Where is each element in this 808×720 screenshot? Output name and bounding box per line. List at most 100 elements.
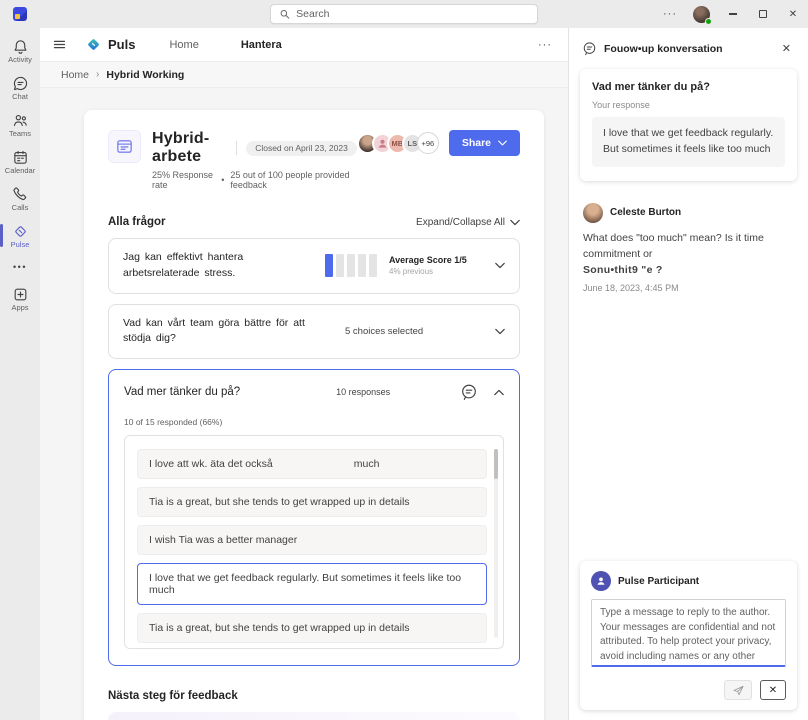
close-panel-button[interactable]: ✕ <box>778 40 795 57</box>
chevron-down-icon <box>510 219 520 226</box>
chat-icon <box>12 75 29 92</box>
teams-sidebar: Activity Chat Teams Calendar Calls Pulse… <box>0 28 40 720</box>
breadcrumb-home[interactable]: Home <box>61 69 89 81</box>
chevron-down-icon[interactable] <box>495 328 505 335</box>
response-rate: 25% Response rate <box>152 170 215 190</box>
question-text: Vad mer tänker du på? <box>124 386 240 398</box>
score-previous-label: 4% previous <box>389 267 491 276</box>
chevron-up-icon[interactable] <box>494 389 504 396</box>
sidebar-item-calls[interactable]: Calls <box>0 180 40 217</box>
response-row[interactable]: I wish Tia was a better manager <box>137 525 487 555</box>
question-card-open-feedback: Vad mer tänker du på? 10 responses 10 of… <box>108 369 520 666</box>
your-response-label: Your response <box>592 100 785 110</box>
reply-author-name: Pulse Participant <box>618 576 699 587</box>
search-input[interactable] <box>296 8 529 20</box>
question-card-support[interactable]: Vad kan vårt team göra bättre för att st… <box>108 304 520 360</box>
survey-card: Hybrid-arbete Closed on April 23, 2023 2… <box>84 110 544 720</box>
person-icon <box>595 575 607 587</box>
pulse-participant-avatar <box>591 571 611 591</box>
panel-question-text: Vad mer tänker du på? <box>592 81 785 93</box>
your-response-card: Vad mer tänker du på? Your response I lo… <box>580 69 797 181</box>
scrollbar-thumb[interactable] <box>494 449 498 479</box>
puls-logo-icon <box>85 36 102 53</box>
user-avatar[interactable] <box>693 6 710 23</box>
people-icon <box>12 112 29 129</box>
responses-count-label: 10 responses <box>336 387 390 397</box>
sidebar-item-activity[interactable]: Activity <box>0 32 40 69</box>
apps-icon <box>12 286 29 303</box>
app-more-button[interactable]: ··· <box>522 39 568 51</box>
next-steps-card: Share Share your results directly with o… <box>108 712 520 720</box>
send-plane-icon <box>732 684 745 697</box>
minimize-button[interactable] <box>718 0 748 28</box>
window-titlebar: ··· ✕ <box>0 0 808 28</box>
feedback-count: 25 out of 100 people provided feedback <box>230 170 356 190</box>
survey-form-icon <box>108 130 141 163</box>
breadcrumb: Home › Hybrid Working <box>40 62 568 88</box>
share-button[interactable]: Share <box>449 130 520 156</box>
comment-thread-item: Celeste Burton What does "too much" mean… <box>580 203 797 294</box>
app-header: Puls Home Hantera ··· <box>40 28 568 62</box>
comment-bubble-icon <box>582 41 597 56</box>
commenter-avatar <box>583 203 603 223</box>
avatar-overflow-count: +96 <box>417 132 439 154</box>
response-row[interactable]: Tia is a great, but she tends to get wra… <box>137 487 487 517</box>
sidebar-more-button[interactable]: ••• <box>0 254 40 280</box>
your-response-text: I love that we get feedback regularly. B… <box>592 117 785 167</box>
sidebar-item-apps[interactable]: Apps <box>0 280 40 317</box>
question-card-stress[interactable]: Jag kan effektivt hantera arbetsrelatera… <box>108 238 520 294</box>
followup-comment-button[interactable] <box>460 383 478 401</box>
dot-separator: • <box>221 175 224 185</box>
cancel-reply-button[interactable]: ✕ <box>760 680 786 700</box>
maximize-button[interactable] <box>748 0 778 28</box>
sidebar-item-pulse[interactable]: Pulse <box>0 217 40 254</box>
comment-bubble-icon <box>460 383 478 401</box>
hamburger-menu-button[interactable] <box>40 37 77 52</box>
breadcrumb-current: Hybrid Working <box>106 69 184 81</box>
panel-title: Fouow•up konversation <box>604 43 723 55</box>
response-row[interactable]: I love att wk. äta det också much <box>137 449 487 479</box>
closed-status-badge: Closed on April 23, 2023 <box>246 141 357 156</box>
pulse-icon <box>12 223 29 240</box>
phone-icon <box>12 186 29 203</box>
response-row-selected[interactable]: I love that we get feedback regularly. B… <box>137 563 487 605</box>
calendar-icon <box>12 149 29 166</box>
responded-summary: 10 of 15 responded (66%) <box>124 417 504 427</box>
score-bar <box>325 254 377 277</box>
chevron-down-icon <box>498 140 507 146</box>
divider <box>236 141 237 155</box>
send-button[interactable] <box>724 680 752 700</box>
teams-app-icon <box>13 7 27 21</box>
choices-selected-label: 5 choices selected <box>345 326 495 337</box>
scrollbar[interactable] <box>494 449 498 638</box>
chevron-right-icon: › <box>96 69 99 80</box>
comment-text: What does "too much" mean? Is it time co… <box>583 232 764 260</box>
search-box[interactable] <box>270 4 538 24</box>
survey-content-area: Hybrid-arbete Closed on April 23, 2023 2… <box>40 88 568 720</box>
sidebar-item-teams[interactable]: Teams <box>0 106 40 143</box>
expand-collapse-all-button[interactable]: Expand/Collapse All <box>416 217 520 228</box>
survey-title: Hybrid-arbete <box>152 130 227 166</box>
question-text: Jag kan effektivt hantera arbetsrelatera… <box>123 250 301 282</box>
response-row-extra-text: much <box>354 458 380 470</box>
comment-text-line2: Sonu•thit9 "e ? <box>583 264 663 276</box>
chevron-down-icon[interactable] <box>495 262 505 269</box>
responses-list: I love att wk. äta det också much Tia is… <box>124 435 504 649</box>
hamburger-icon <box>52 37 67 52</box>
all-questions-heading: Alla frågor <box>108 216 166 228</box>
close-window-button[interactable]: ✕ <box>778 0 808 28</box>
presence-available-icon <box>705 18 712 25</box>
bell-icon <box>12 38 29 55</box>
reply-card: Pulse Participant ✕ <box>580 561 797 710</box>
titlebar-more-button[interactable]: ··· <box>655 8 685 20</box>
tab-hantera[interactable]: Hantera <box>241 39 282 51</box>
response-row[interactable]: Tia is a great, but she tends to get wra… <box>137 613 487 643</box>
reply-message-input[interactable] <box>591 599 786 667</box>
sidebar-item-chat[interactable]: Chat <box>0 69 40 106</box>
average-score-label: Average Score 1/5 <box>389 255 491 265</box>
participant-avatar-stack[interactable]: MB LS +96 <box>357 132 439 154</box>
commenter-name: Celeste Burton <box>610 207 681 218</box>
followup-conversation-panel: Fouow•up konversation ✕ Vad mer tänker d… <box>568 28 808 720</box>
sidebar-item-calendar[interactable]: Calendar <box>0 143 40 180</box>
tab-home[interactable]: Home <box>169 39 198 51</box>
